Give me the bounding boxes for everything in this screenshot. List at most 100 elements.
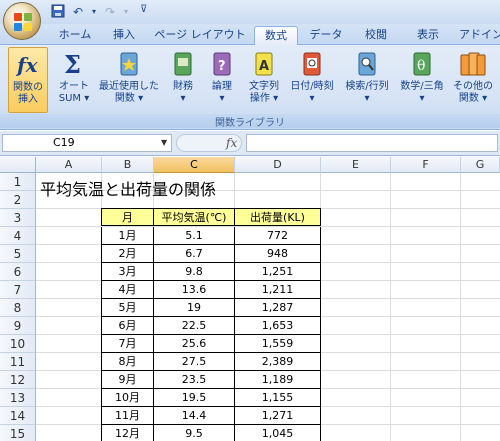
row-header[interactable]: 12 bbox=[0, 371, 36, 389]
table-cell-shipment[interactable]: 2,389 bbox=[235, 353, 321, 371]
table-cell-month[interactable]: 6月 bbox=[101, 317, 154, 335]
table-cell-shipment[interactable]: 1,251 bbox=[235, 263, 321, 281]
undo-dropdown-icon[interactable]: ▾ bbox=[86, 4, 102, 20]
row-header[interactable]: 5 bbox=[0, 245, 36, 263]
sheet-title-cell[interactable]: 平均気温と出荷量の関係 bbox=[40, 176, 216, 200]
column-header-b[interactable]: B bbox=[102, 157, 154, 173]
table-cell-temp[interactable]: 27.5 bbox=[154, 353, 235, 371]
function-library-group-label: 関数ライブラリ bbox=[0, 114, 500, 129]
table-cell-month[interactable]: 12月 bbox=[101, 425, 154, 441]
table-cell-month[interactable]: 2月 bbox=[101, 245, 154, 263]
logical-label2: ▾ bbox=[219, 93, 225, 104]
table-cell-shipment[interactable]: 772 bbox=[235, 227, 321, 245]
svg-text:A: A bbox=[259, 59, 269, 74]
recent-functions-button[interactable]: 最近使用した 関数 ▾ bbox=[96, 47, 162, 113]
tab-page-layout[interactable]: ページ レイアウト bbox=[152, 26, 248, 45]
column-header-g[interactable]: G bbox=[461, 157, 500, 173]
table-cell-temp[interactable]: 19 bbox=[154, 299, 235, 317]
autosum-button[interactable]: Σ オート SUM ▾ bbox=[54, 47, 94, 113]
table-cell-shipment[interactable]: 1,653 bbox=[235, 317, 321, 335]
lookup-button[interactable]: 検索/行列 ▾ bbox=[340, 47, 394, 113]
customize-quick-access-icon[interactable]: ⊽ bbox=[140, 4, 147, 15]
more-functions-button[interactable]: その他の 関数 ▾ bbox=[450, 47, 496, 113]
table-cell-month[interactable]: 5月 bbox=[101, 299, 154, 317]
tab-addins[interactable]: アドイン bbox=[456, 26, 500, 45]
table-cell-shipment[interactable]: 1,045 bbox=[235, 425, 321, 441]
text-button[interactable]: A 文字列 操作 ▾ bbox=[242, 47, 286, 113]
name-box[interactable]: C19 ▼ bbox=[2, 134, 172, 152]
tab-insert[interactable]: 挿入 bbox=[104, 26, 144, 45]
office-button[interactable] bbox=[3, 2, 41, 40]
row-header[interactable]: 7 bbox=[0, 281, 36, 299]
logical-button[interactable]: ? 論理 ▾ bbox=[204, 47, 240, 113]
table-cell-temp[interactable]: 6.7 bbox=[154, 245, 235, 263]
table-cell-month[interactable]: 11月 bbox=[101, 407, 154, 425]
row-header[interactable]: 15 bbox=[0, 425, 36, 441]
table-cell-shipment[interactable]: 1,189 bbox=[235, 371, 321, 389]
table-cell-shipment[interactable]: 1,155 bbox=[235, 389, 321, 407]
undo-icon[interactable]: ↶ bbox=[70, 4, 86, 20]
row-header[interactable]: 6 bbox=[0, 263, 36, 281]
date-time-button[interactable]: 日付/時刻 ▾ bbox=[286, 47, 338, 113]
table-cell-month[interactable]: 10月 bbox=[101, 389, 154, 407]
table-cell-shipment[interactable]: 1,271 bbox=[235, 407, 321, 425]
table-cell-shipment[interactable]: 1,211 bbox=[235, 281, 321, 299]
tab-home[interactable]: ホーム bbox=[50, 26, 100, 45]
row-header[interactable]: 8 bbox=[0, 299, 36, 317]
worksheet[interactable]: A B C D E F G 1 2 3 4 5 6 7 8 9 10 11 12… bbox=[0, 157, 500, 441]
table-cell-month[interactable]: 4月 bbox=[101, 281, 154, 299]
math-trig-button[interactable]: θ 数学/三角 ▾ bbox=[396, 47, 448, 113]
redo-dropdown-icon[interactable]: ▾ bbox=[118, 4, 134, 20]
redo-icon[interactable]: ↷ bbox=[102, 4, 118, 20]
tab-formulas[interactable]: 数式 bbox=[254, 26, 298, 46]
tab-view[interactable]: 表示 bbox=[408, 26, 448, 45]
autosum-label2: SUM ▾ bbox=[58, 93, 90, 104]
table-cell-month[interactable]: 1月 bbox=[101, 227, 154, 245]
row-header[interactable]: 11 bbox=[0, 353, 36, 371]
table-cell-month[interactable]: 3月 bbox=[101, 263, 154, 281]
table-cell-temp[interactable]: 14.4 bbox=[154, 407, 235, 425]
insert-function-fx-icon[interactable]: fx bbox=[226, 134, 237, 152]
table-header-shipment[interactable]: 出荷量(KL) bbox=[235, 208, 321, 226]
table-cell-shipment[interactable]: 948 bbox=[235, 245, 321, 263]
row-header[interactable]: 1 bbox=[0, 173, 36, 191]
table-cell-month[interactable]: 7月 bbox=[101, 335, 154, 353]
column-header-d[interactable]: D bbox=[235, 157, 321, 173]
table-cell-shipment[interactable]: 1,559 bbox=[235, 335, 321, 353]
table-cell-temp[interactable]: 9.8 bbox=[154, 263, 235, 281]
column-header-e[interactable]: E bbox=[321, 157, 391, 173]
chevron-down-icon[interactable]: ▼ bbox=[161, 135, 173, 151]
tab-review[interactable]: 校閲 bbox=[356, 26, 396, 45]
table-cell-temp[interactable]: 23.5 bbox=[154, 371, 235, 389]
svg-text:?: ? bbox=[218, 59, 226, 74]
table-cell-temp[interactable]: 19.5 bbox=[154, 389, 235, 407]
financial-button[interactable]: 財務 ▾ bbox=[166, 47, 200, 113]
column-header-f[interactable]: F bbox=[391, 157, 461, 173]
name-box-value: C19 bbox=[53, 136, 75, 149]
table-cell-temp[interactable]: 13.6 bbox=[154, 281, 235, 299]
formula-input[interactable] bbox=[246, 134, 498, 152]
table-cell-temp[interactable]: 5.1 bbox=[154, 227, 235, 245]
row-header[interactable]: 3 bbox=[0, 209, 36, 227]
table-cell-temp[interactable]: 22.5 bbox=[154, 317, 235, 335]
table-header-month[interactable]: 月 bbox=[101, 208, 154, 226]
select-all-corner[interactable] bbox=[0, 157, 36, 173]
row-header[interactable]: 4 bbox=[0, 227, 36, 245]
save-icon[interactable] bbox=[50, 4, 66, 20]
column-header-c[interactable]: C bbox=[154, 157, 235, 173]
row-header[interactable]: 2 bbox=[0, 191, 36, 209]
row-header[interactable]: 9 bbox=[0, 317, 36, 335]
row-header[interactable]: 14 bbox=[0, 407, 36, 425]
table-cell-shipment[interactable]: 1,287 bbox=[235, 299, 321, 317]
tab-data[interactable]: データ bbox=[304, 26, 348, 45]
table-cell-temp[interactable]: 25.6 bbox=[154, 335, 235, 353]
table-header-temp[interactable]: 平均気温(℃) bbox=[154, 208, 235, 226]
table-cell-month[interactable]: 9月 bbox=[101, 371, 154, 389]
row-header[interactable]: 10 bbox=[0, 335, 36, 353]
row-header[interactable]: 13 bbox=[0, 389, 36, 407]
insert-function-button[interactable]: fx 関数の 挿入 bbox=[8, 47, 48, 113]
logical-icon: ? bbox=[208, 49, 236, 79]
column-header-a[interactable]: A bbox=[36, 157, 102, 173]
table-cell-temp[interactable]: 9.5 bbox=[154, 425, 235, 441]
table-cell-month[interactable]: 8月 bbox=[101, 353, 154, 371]
